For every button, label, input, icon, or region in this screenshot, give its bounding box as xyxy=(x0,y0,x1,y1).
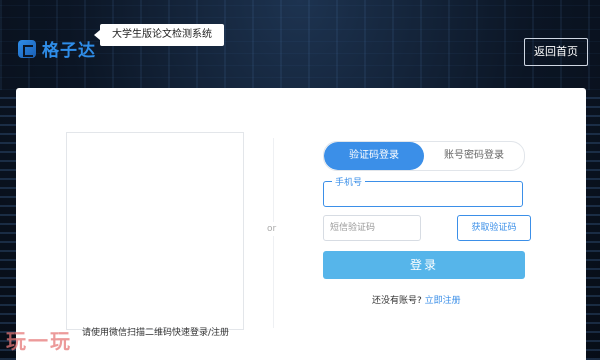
sms-code-input[interactable]: 短信验证码 xyxy=(323,215,421,241)
phone-field[interactable]: 手机号 xyxy=(323,175,523,207)
tab-password-login[interactable]: 账号密码登录 xyxy=(424,142,524,170)
logo-text: 格子达 xyxy=(42,41,96,61)
register-prompt: 还没有账号? xyxy=(372,296,422,306)
system-tag: 大学生版论文检测系统 xyxy=(94,24,224,46)
qr-code-area xyxy=(66,132,244,330)
phone-field-label: 手机号 xyxy=(332,175,366,188)
background-rack-right xyxy=(584,90,600,360)
tab-code-login[interactable]: 验证码登录 xyxy=(324,142,424,170)
logo[interactable]: 格子达 xyxy=(18,36,96,61)
logo-icon xyxy=(18,39,36,58)
back-home-button[interactable]: 返回首页 xyxy=(524,38,588,66)
login-card: 请使用微信扫描二维码快速登录/注册 or 验证码登录 账号密码登录 手机号 短信… xyxy=(16,88,586,360)
login-button[interactable]: 登录 xyxy=(323,251,525,279)
watermark: 玩一玩 xyxy=(6,329,72,353)
or-label: or xyxy=(267,222,277,236)
background-rack-left xyxy=(0,90,16,360)
get-code-button[interactable]: 获取验证码 xyxy=(457,215,531,241)
register-link[interactable]: 立即注册 xyxy=(425,296,461,306)
register-line: 还没有账号? 立即注册 xyxy=(372,293,461,306)
login-tabs: 验证码登录 账号密码登录 xyxy=(323,141,525,171)
qr-hint: 请使用微信扫描二维码快速登录/注册 xyxy=(82,328,230,338)
